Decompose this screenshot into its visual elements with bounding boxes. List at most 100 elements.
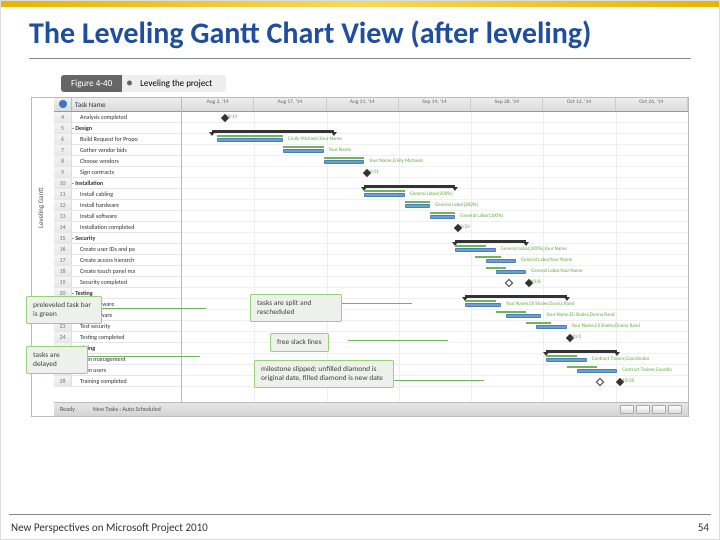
bar-label: 10/2	[572, 334, 582, 340]
bar-label: General Labor[200%]	[435, 202, 478, 208]
row-number: 18	[54, 266, 72, 276]
row-number: 7	[54, 145, 72, 155]
task-bar[interactable]	[506, 314, 541, 318]
timeline-col: Oct 12, '14	[543, 98, 615, 111]
task-row[interactable]: 24Testing completed	[54, 332, 181, 343]
preleveled-bar	[364, 190, 404, 192]
summary-bar	[364, 185, 455, 188]
page-number: 54	[698, 521, 709, 534]
info-icon	[59, 100, 67, 108]
task-row[interactable]: 13Install software	[54, 211, 181, 222]
view-button[interactable]	[668, 405, 682, 414]
callout-line	[102, 308, 206, 309]
row-number: 19	[54, 277, 72, 287]
timeline-col: Sep 28, '14	[471, 98, 543, 111]
task-row[interactable]: 11Install cabling	[54, 189, 181, 200]
task-row[interactable]: 17Create access hierarch	[54, 255, 181, 266]
view-buttons	[620, 405, 682, 414]
task-bar[interactable]	[486, 259, 516, 263]
task-row[interactable]: 4Analysis completed	[54, 112, 181, 123]
bar-label: General Labor[200%],Your Name	[501, 246, 567, 252]
gantt-row: Your Name	[182, 145, 688, 156]
task-name: Create user IDs and pa	[72, 244, 181, 254]
task-row[interactable]: 16Create user IDs and pa	[54, 244, 181, 255]
timeline-col: Aug 17, '14	[254, 98, 326, 111]
preleveled-bar	[283, 146, 323, 148]
figure-number: Figure 4-40	[61, 75, 122, 92]
task-row[interactable]: 7Gather vendor bids	[54, 145, 181, 156]
task-name: Sign contracts	[72, 167, 181, 177]
task-row[interactable]: 5- Design	[54, 123, 181, 134]
preleveled-bar	[567, 366, 597, 368]
task-bar[interactable]	[465, 303, 500, 307]
preleveled-bar	[496, 311, 526, 313]
task-row[interactable]: 9Sign contracts	[54, 167, 181, 178]
task-row[interactable]: 19Security completed	[54, 277, 181, 288]
preleveled-bar	[455, 245, 485, 247]
task-row[interactable]: 28Training completed	[54, 376, 181, 387]
view-button[interactable]	[652, 405, 666, 414]
info-column-header	[54, 98, 72, 111]
task-bar[interactable]	[536, 325, 566, 329]
task-bar[interactable]	[496, 270, 526, 274]
task-bar[interactable]	[577, 369, 617, 373]
task-row[interactable]: 6Build Request for Propo	[54, 134, 181, 145]
preleveled-bar	[486, 267, 506, 269]
task-name-header: Task Name	[72, 98, 181, 111]
task-row[interactable]: 18Create touch panel ma	[54, 266, 181, 277]
preleveled-bar	[546, 355, 576, 357]
task-name: Analysis completed	[72, 112, 181, 122]
bar-label: 10/20	[622, 378, 634, 384]
task-bar[interactable]	[405, 204, 430, 208]
figure-label: Figure 4-40 Leveling the project	[31, 69, 689, 95]
bar-label: Your Name,Emily Michaels	[369, 158, 423, 164]
task-row[interactable]: 10- Installation	[54, 178, 181, 189]
bar-label: Emily Michaels,Your Name	[288, 136, 341, 142]
bar-label: Your Name,Eli Shalev,Donna Rand	[572, 323, 640, 329]
callout-preleveled: preleveled task bar is green	[26, 296, 102, 325]
preleveled-bar	[217, 135, 283, 137]
task-name: Security completed	[72, 277, 181, 287]
bar-label: 9/11	[369, 169, 379, 175]
task-name: - Training	[72, 343, 181, 353]
callout-delayed: tasks are delayed	[26, 346, 88, 375]
task-name: Install software	[72, 211, 181, 221]
task-bar[interactable]	[283, 149, 323, 153]
bar-label: 8/19	[228, 114, 238, 120]
task-row[interactable]: 14Installation completed	[54, 222, 181, 233]
task-row[interactable]: 8Choose vendors	[54, 156, 181, 167]
bar-label: Contract Trainer,Coordin	[622, 367, 672, 373]
row-number: 4	[54, 112, 72, 122]
task-name: - Installation	[72, 178, 181, 188]
task-row[interactable]: 12Install hardware	[54, 200, 181, 211]
task-bar[interactable]	[455, 248, 495, 252]
task-bar[interactable]	[217, 138, 283, 142]
status-new-tasks: New Tasks : Auto Scheduled	[93, 405, 161, 413]
task-name: Gather vendor bids	[72, 145, 181, 155]
gantt-row: General Labor[200%]	[182, 200, 688, 211]
footer: New Perspectives on Microsoft Project 20…	[11, 521, 709, 534]
task-name: Create access hierarch	[72, 255, 181, 265]
gantt-body: 8/19 Emily Michaels,Your Name Your Name You…	[182, 112, 688, 402]
task-bar[interactable]	[546, 358, 586, 362]
bar-label: 10/8	[531, 279, 541, 285]
task-name: Training completed	[72, 376, 181, 386]
view-button[interactable]	[620, 405, 634, 414]
row-number: 14	[54, 222, 72, 232]
status-bar: Ready New Tasks : Auto Scheduled	[54, 402, 688, 416]
summary-bar	[546, 350, 617, 353]
bar-label: Contract Trainer,Coordinator	[592, 356, 650, 362]
gantt-pane: Aug 3, '14Aug 17, '14Aug 31, '14Sep 14, …	[182, 98, 688, 402]
view-button[interactable]	[636, 405, 650, 414]
callout-line	[394, 380, 484, 381]
gantt-row: 10/2	[182, 332, 688, 343]
task-name: Create touch panel ma	[72, 266, 181, 276]
task-row[interactable]: 15- Security	[54, 233, 181, 244]
summary-bar	[465, 295, 566, 298]
task-name: - Design	[72, 123, 181, 133]
task-bar[interactable]	[324, 160, 364, 164]
task-bar[interactable]	[364, 193, 404, 197]
task-bar[interactable]	[430, 215, 455, 219]
row-number: 28	[54, 376, 72, 386]
task-header-row: Task Name	[54, 98, 181, 112]
